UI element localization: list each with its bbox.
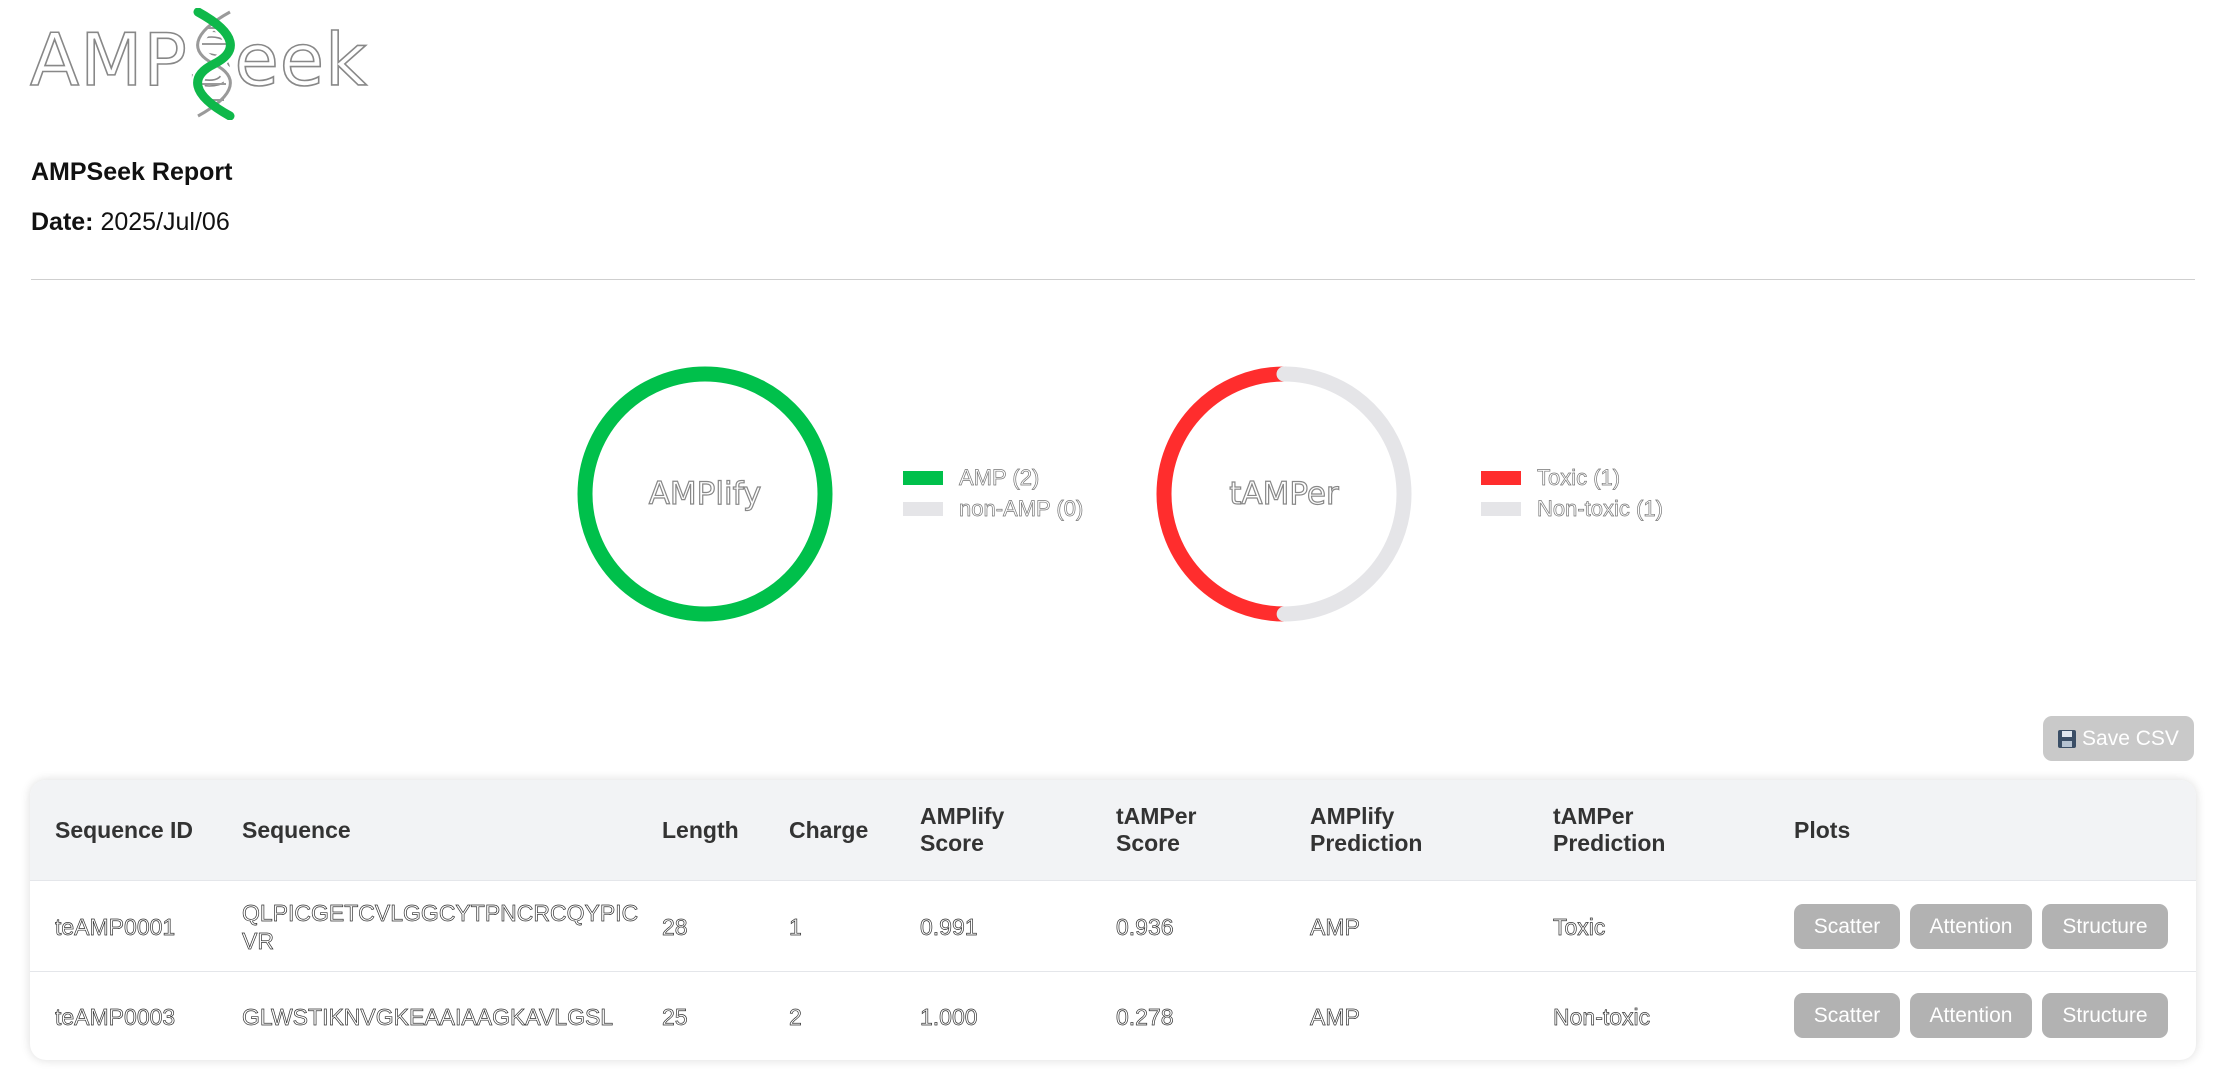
cell-amplify-prediction: AMP <box>1310 913 1361 940</box>
ampseek-logo: AMPSeek <box>29 8 370 120</box>
amplify-legend: AMP (2) non-AMP (0) <box>903 462 1084 524</box>
cell-sequence: GLWSTIKNVGKEAAIAAGKAVLGSL <box>242 1003 614 1030</box>
scatter-button[interactable]: Scatter <box>1794 993 1900 1038</box>
cell-tamper-score: 0.278 <box>1116 1003 1174 1030</box>
cell-amplify-score: 0.991 <box>920 913 978 940</box>
structure-button[interactable]: Structure <box>2042 993 2168 1038</box>
legend-item-amp: AMP (2) <box>903 462 1083 493</box>
cell-sequence-id: teAMP0003 <box>55 1003 176 1030</box>
legend-swatch-amp <box>903 470 943 485</box>
legend-item-non-toxic: Non-toxic (1) <box>1481 493 1663 524</box>
attention-button[interactable]: Attention <box>1910 993 2032 1038</box>
structure-button[interactable]: Structure <box>2042 904 2168 949</box>
save-csv-button[interactable]: Save CSV <box>2043 716 2194 761</box>
cell-tamper-score: 0.936 <box>1116 913 1174 940</box>
tamper-legend: Toxic (1) Non-toxic (1) <box>1481 462 1663 524</box>
table-row: teAMP0001 QLPICGETCVLGGCYTPNCRCQYPICVR 2… <box>30 880 2196 972</box>
results-table: Sequence ID Sequence Length Charge AMPli… <box>30 780 2196 1060</box>
date-label: Date: <box>31 208 94 236</box>
report-date: Date: 2025/Jul/06 <box>31 208 230 237</box>
table-header-row: Sequence ID Sequence Length Charge AMPli… <box>30 780 2196 880</box>
legend-swatch-non-toxic <box>1481 501 1521 516</box>
amplify-donut-chart: AMPlify <box>573 362 837 626</box>
save-csv-label: Save CSV <box>2082 726 2179 750</box>
cell-length: 28 <box>662 913 688 940</box>
legend-item-non-amp: non-AMP (0) <box>903 493 1084 524</box>
header-sequence: Sequence <box>242 816 351 843</box>
cell-charge: 2 <box>789 1003 802 1030</box>
tamper-donut-label: tAMPer <box>1229 475 1340 512</box>
legend-label-non-toxic: Non-toxic (1) <box>1537 495 1664 521</box>
legend-swatch-non-amp <box>903 501 943 516</box>
amplify-donut-label: AMPlify <box>648 475 762 512</box>
scatter-button[interactable]: Scatter <box>1794 904 1900 949</box>
header-tamper-prediction: tAMPer Prediction <box>1553 803 1666 856</box>
header-length: Length <box>662 816 739 843</box>
cell-sequence-id: teAMP0001 <box>55 913 176 940</box>
cell-sequence: QLPICGETCVLGGCYTPNCRCQYPICVR <box>242 899 639 954</box>
cell-charge: 1 <box>789 913 802 940</box>
legend-label-non-amp: non-AMP (0) <box>959 495 1084 521</box>
header-plots: Plots <box>1794 816 1851 843</box>
cell-amplify-score: 1.000 <box>920 1003 978 1030</box>
dna-helix-icon <box>191 8 237 120</box>
date-value: 2025/Jul/06 <box>100 208 230 236</box>
header-tamper-score: tAMPer Score <box>1116 803 1197 856</box>
header-amplify-score: AMPlify Score <box>920 803 1005 856</box>
legend-item-toxic: Toxic (1) <box>1481 462 1663 493</box>
attention-button[interactable]: Attention <box>1910 904 2032 949</box>
tamper-donut-chart: tAMPer <box>1152 362 1416 626</box>
floppy-disk-icon <box>2058 729 2077 748</box>
header-amplify-prediction: AMPlify Prediction <box>1310 803 1423 856</box>
legend-swatch-toxic <box>1481 470 1521 485</box>
legend-label-amp: AMP (2) <box>959 464 1040 490</box>
report-title: AMPSeek Report <box>31 158 233 186</box>
header-charge: Charge <box>789 816 869 843</box>
table-row: teAMP0003 GLWSTIKNVGKEAAIAAGKAVLGSL 25 2… <box>30 971 2196 1060</box>
cell-tamper-prediction: Toxic <box>1553 913 1606 940</box>
cell-length: 25 <box>662 1003 688 1030</box>
cell-tamper-prediction: Non-toxic <box>1553 1003 1651 1030</box>
header-sequence-id: Sequence ID <box>55 816 194 843</box>
cell-amplify-prediction: AMP <box>1310 1003 1361 1030</box>
legend-label-toxic: Toxic (1) <box>1537 464 1621 490</box>
header-divider <box>31 279 2195 280</box>
